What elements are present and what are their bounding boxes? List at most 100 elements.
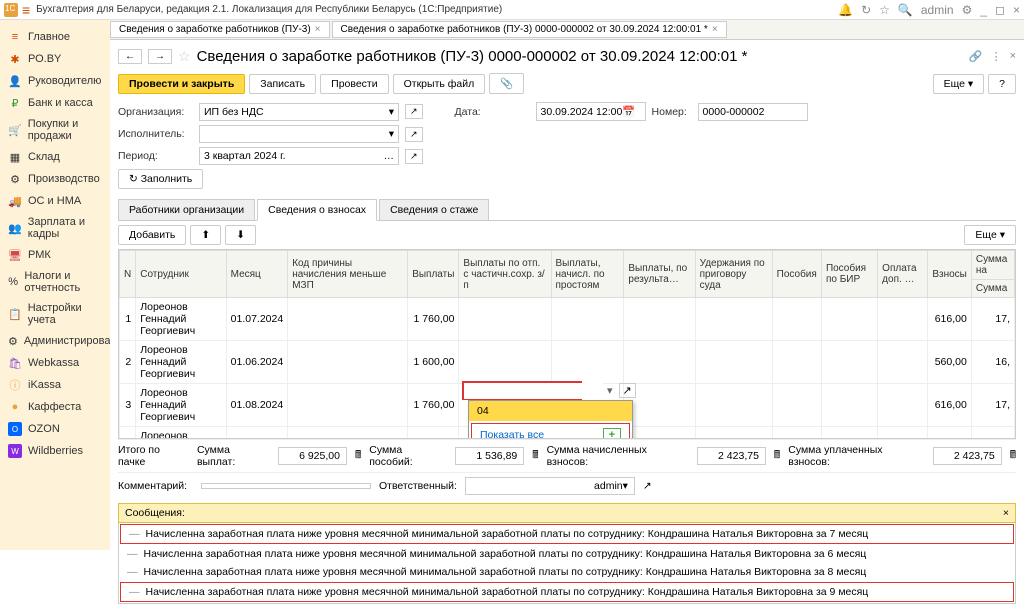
period-field[interactable]: 3 квартал 2024 г.… <box>199 147 399 165</box>
tab-employees[interactable]: Работники организации <box>118 199 255 220</box>
tab-document[interactable]: Сведения о заработке работников (ПУ-3) 0… <box>332 21 727 38</box>
sidebar-item[interactable]: 📋Настройки учета <box>0 298 110 330</box>
close-messages-icon[interactable]: × <box>1003 507 1009 519</box>
open-ref-icon[interactable]: ↗ <box>619 383 636 398</box>
message-item[interactable]: —Начисленна заработная плата ниже уровня… <box>119 545 1015 563</box>
help-button[interactable]: ? <box>988 74 1016 94</box>
tab-stazh[interactable]: Сведения о стаже <box>379 199 489 220</box>
sidebar-item[interactable]: 🖥РМК <box>0 244 110 266</box>
resp-field[interactable]: admin▾ <box>465 477 635 495</box>
attach-button[interactable]: 📎 <box>489 73 524 94</box>
data-table[interactable]: N Сотрудник Месяц Код причины начисления… <box>118 249 1016 439</box>
message-item[interactable]: —Начисленна заработная плата ниже уровня… <box>119 563 1015 581</box>
bell-icon[interactable]: 🔔 <box>838 3 853 17</box>
col-pay-res[interactable]: Выплаты, по результа… <box>624 251 695 298</box>
comment-field[interactable] <box>201 483 371 489</box>
col-employee[interactable]: Сотрудник <box>136 251 226 298</box>
sidebar-item[interactable]: ⓘiKassa <box>0 374 110 396</box>
open-ref-button[interactable]: ↗ <box>405 127 423 142</box>
sidebar-item[interactable]: 👥Зарплата и кадры <box>0 212 110 244</box>
post-and-close-button[interactable]: Провести и закрыть <box>118 74 245 94</box>
menu-icon[interactable]: ≡ <box>22 2 30 18</box>
fill-button[interactable]: ↻ Заполнить <box>118 169 203 189</box>
dropdown-icon[interactable]: ▾ <box>603 384 617 397</box>
sidebar-item[interactable]: ▦Склад <box>0 146 110 168</box>
org-field[interactable]: ИП без НДС▾ <box>199 103 399 121</box>
more-button[interactable]: Еще ▾ <box>933 74 985 94</box>
tab-contributions[interactable]: Сведения о взносах <box>257 199 377 221</box>
col-uder[interactable]: Удержания по приговору суда <box>695 251 772 298</box>
col-sum-na[interactable]: Сумма на <box>971 251 1014 280</box>
sum-upl-field[interactable]: 2 423,75 <box>933 447 1002 465</box>
col-pay-prost[interactable]: Выплаты, начисл. по простоям <box>551 251 624 298</box>
table-more-button[interactable]: Еще ▾ <box>964 225 1016 245</box>
add-row-button[interactable]: Добавить <box>118 225 186 245</box>
sum-pay-field[interactable]: 6 925,00 <box>278 447 347 465</box>
sidebar-item[interactable]: ●Каффеста <box>0 396 110 418</box>
reason-input[interactable] <box>464 383 603 399</box>
col-pay-ot[interactable]: Выплаты по отп. с частичн.сохр. з/п <box>459 251 551 298</box>
calc-icon[interactable]: 🖩 <box>774 447 780 465</box>
sidebar-item[interactable]: 🛍Webkassa <box>0 352 110 374</box>
sidebar-item[interactable]: %Налоги и отчетность <box>0 266 110 298</box>
sidebar-item[interactable]: WWildberries <box>0 440 110 462</box>
col-pay[interactable]: Выплаты <box>408 251 459 298</box>
message-item[interactable]: —Начисленна заработная плата ниже уровня… <box>120 524 1014 544</box>
sidebar-item[interactable]: ₽Банк и касса <box>0 92 110 114</box>
sidebar-item[interactable]: ✱РО.BY <box>0 48 110 70</box>
sidebar-item[interactable]: ⚙Производство <box>0 168 110 190</box>
star-icon[interactable]: ☆ <box>879 3 890 17</box>
minimize-icon[interactable]: _ <box>980 3 987 17</box>
kebab-icon[interactable]: ⋮ <box>991 50 1002 63</box>
calc-icon[interactable]: 🖩 <box>1010 447 1016 465</box>
col-posob-bir[interactable]: Пособия по БИР <box>821 251 877 298</box>
forward-button[interactable]: → <box>148 49 172 64</box>
table-row[interactable]: 1Лореонов Геннадий Георгиевич01.07.20241… <box>120 298 1015 341</box>
sidebar-item[interactable]: ⚙Администрирование <box>0 330 110 352</box>
favorite-icon[interactable]: ☆ <box>178 48 191 65</box>
tab-close-icon[interactable]: × <box>712 24 718 35</box>
link-icon[interactable]: 🔗 <box>969 50 983 63</box>
col-oplata[interactable]: Оплата доп. … <box>878 251 928 298</box>
col-vzn[interactable]: Взносы <box>928 251 972 298</box>
sum-nach-field[interactable]: 2 423,75 <box>697 447 766 465</box>
exec-field[interactable]: ▾ <box>199 125 399 143</box>
post-button[interactable]: Провести <box>320 74 388 94</box>
col-sum[interactable]: Сумма <box>971 280 1014 298</box>
close-icon[interactable]: × <box>1013 3 1020 17</box>
add-new-button[interactable]: + <box>603 428 621 439</box>
tab-close-icon[interactable]: × <box>315 24 321 35</box>
open-ref-button[interactable]: ↗ <box>405 104 423 119</box>
maximize-icon[interactable]: ◻ <box>995 3 1005 17</box>
col-reason[interactable]: Код причины начисления меньше МЗП <box>288 251 408 298</box>
table-row[interactable]: 2Лореонов Геннадий Георгиевич01.06.20241… <box>120 341 1015 384</box>
number-field[interactable]: 0000-000002 <box>698 103 808 121</box>
sidebar-item[interactable]: OOZON <box>0 418 110 440</box>
open-ref-button[interactable]: ↗ <box>643 480 652 492</box>
col-posob[interactable]: Пособия <box>772 251 821 298</box>
history-icon[interactable]: ↻ <box>861 3 871 17</box>
back-button[interactable]: ← <box>118 49 142 64</box>
move-up-button[interactable]: ⬆ <box>190 225 221 245</box>
calc-icon[interactable]: 🖩 <box>355 447 361 465</box>
settings-icon[interactable]: ⚙ <box>962 3 973 17</box>
sidebar-item[interactable]: ≡Главное <box>0 26 110 48</box>
open-ref-button[interactable]: ↗ <box>405 149 423 164</box>
dropdown-option[interactable]: 04 <box>469 401 632 421</box>
sum-posob-field[interactable]: 1 536,89 <box>455 447 524 465</box>
user-label[interactable]: admin <box>921 3 954 17</box>
save-button[interactable]: Записать <box>249 74 316 94</box>
tab-list[interactable]: Сведения о заработке работников (ПУ-3)× <box>110 21 330 38</box>
sidebar-item[interactable]: 👤Руководителю <box>0 70 110 92</box>
move-down-button[interactable]: ⬇ <box>225 225 256 245</box>
col-month[interactable]: Месяц <box>226 251 288 298</box>
close-doc-icon[interactable]: × <box>1010 50 1016 63</box>
search-icon[interactable]: 🔍 <box>898 3 913 17</box>
show-all-link[interactable]: Показать все <box>480 429 544 439</box>
sidebar-item[interactable]: 🛒Покупки и продажи <box>0 114 110 146</box>
calc-icon[interactable]: 🖩 <box>532 447 538 465</box>
open-file-button[interactable]: Открыть файл <box>393 74 486 94</box>
date-field[interactable]: 30.09.2024 12:00 📅 <box>536 102 646 121</box>
message-item[interactable]: —Начисленна заработная плата ниже уровня… <box>120 582 1014 602</box>
col-n[interactable]: N <box>120 251 136 298</box>
